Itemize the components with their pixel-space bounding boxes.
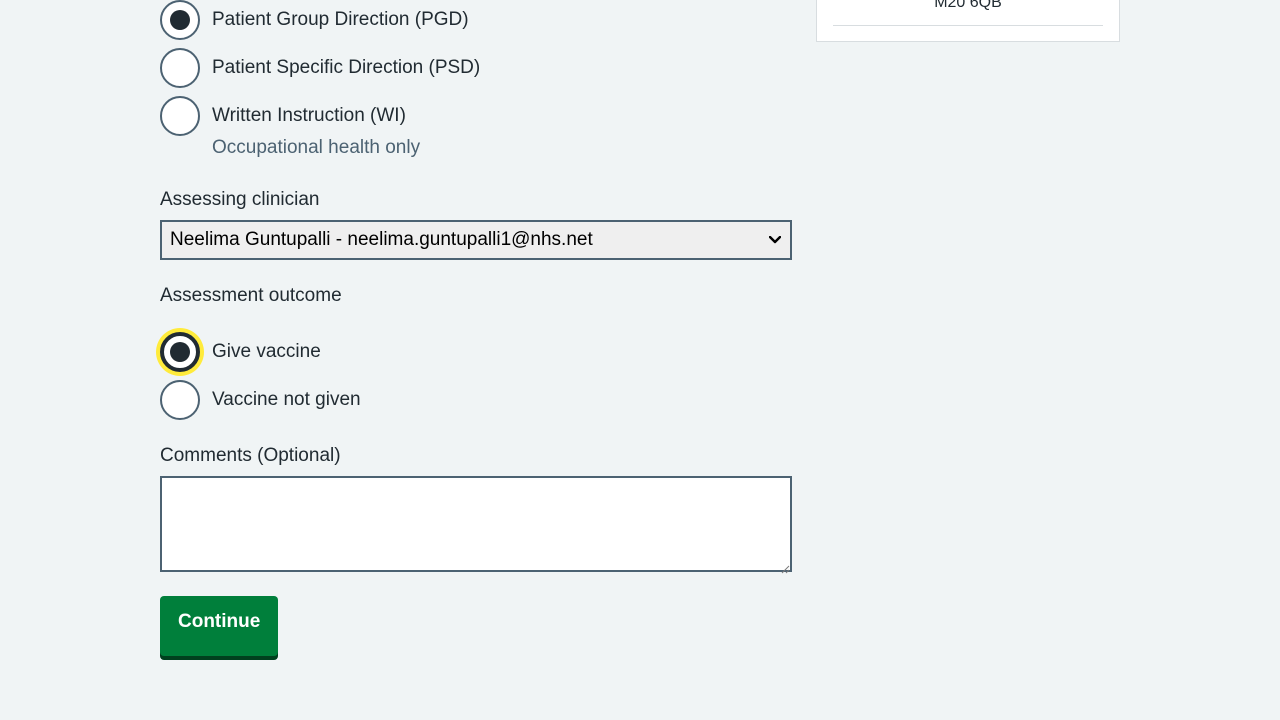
radio-label-wi[interactable]: Written Instruction (WI): [212, 104, 406, 128]
radio-vaccine-not-given[interactable]: [160, 380, 200, 420]
radio-pgd[interactable]: [160, 0, 200, 40]
radio-option-vaccine-not-given[interactable]: Vaccine not given: [160, 380, 361, 420]
radio-label-psd[interactable]: Patient Specific Direction (PSD): [212, 56, 480, 80]
radio-label-vaccine-not-given[interactable]: Vaccine not given: [212, 388, 361, 412]
continue-button-label: Continue: [178, 611, 261, 632]
comments-textarea[interactable]: [160, 476, 792, 572]
radio-give-vaccine[interactable]: [160, 332, 200, 372]
assessing-clinician-label: Assessing clinician: [160, 189, 320, 210]
radio-psd[interactable]: [160, 48, 200, 88]
card-divider: [833, 25, 1103, 26]
radio-option-give-vaccine[interactable]: Give vaccine: [160, 332, 321, 372]
radio-label-give-vaccine[interactable]: Give vaccine: [212, 340, 321, 364]
assessing-clinician-select[interactable]: Neelima Guntupalli - neelima.guntupalli1…: [160, 220, 792, 260]
assessment-outcome-label: Assessment outcome: [160, 285, 342, 306]
radio-wi[interactable]: [160, 96, 200, 136]
comments-label: Comments (Optional): [160, 445, 341, 466]
site-postcode: M20 6QB: [934, 0, 1002, 11]
site-details-card: M20 6QB: [816, 0, 1120, 42]
radio-hint-wi: Occupational health only: [212, 137, 421, 158]
continue-button[interactable]: Continue: [160, 596, 279, 656]
radio-option-psd[interactable]: Patient Specific Direction (PSD): [160, 48, 480, 88]
radio-option-wi[interactable]: Written Instruction (WI): [160, 96, 406, 136]
chevron-down-icon: [768, 233, 782, 247]
radio-label-pgd[interactable]: Patient Group Direction (PGD): [212, 8, 469, 32]
assessing-clinician-value: Neelima Guntupalli - neelima.guntupalli1…: [170, 229, 593, 250]
radio-option-pgd[interactable]: Patient Group Direction (PGD): [160, 0, 469, 40]
resize-handle-icon[interactable]: [781, 561, 790, 574]
